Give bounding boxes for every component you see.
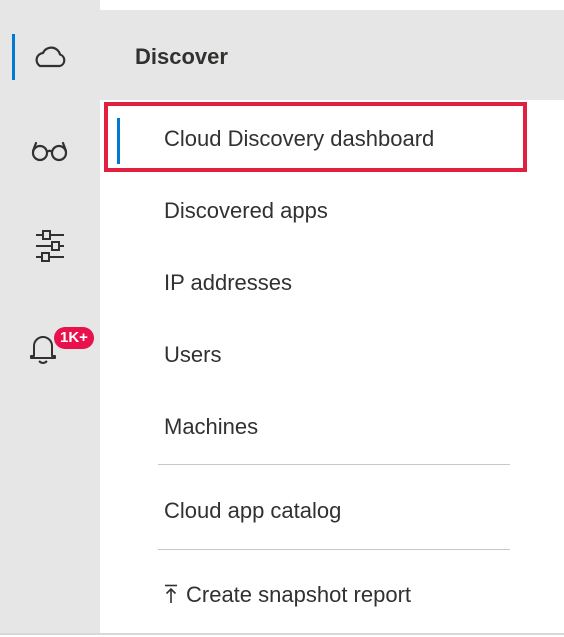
sliders-icon [30,226,70,266]
snapshot-label: Create snapshot report [186,582,412,607]
nav-rail: 1K+ [0,0,100,633]
flyout-header: Discover [100,10,564,100]
cloud-icon [31,45,69,69]
menu-item-cloud-app-catalog[interactable]: Cloud app catalog [164,498,341,524]
app-frame: 1K+ Discover Cloud Discovery dashboard D… [0,0,564,637]
alerts-count-badge: 1K+ [54,327,94,349]
menu-divider [158,464,510,465]
menu-item-cloud-discovery-dashboard[interactable]: Cloud Discovery dashboard [164,126,434,152]
flyout-title: Discover [135,44,228,69]
menu-item-create-snapshot-report[interactable]: Create snapshot report [164,582,411,610]
menu-item-ip-addresses[interactable]: IP addresses [164,270,292,296]
menu-item-discovered-apps[interactable]: Discovered apps [164,198,328,224]
rail-item-control[interactable] [0,221,100,271]
rail-item-discover[interactable] [0,34,100,80]
discover-menu: Cloud Discovery dashboard Discovered app… [100,100,564,633]
upload-arrow-icon [164,584,178,610]
menu-item-users[interactable]: Users [164,342,221,368]
bottom-border [0,633,564,635]
menu-item-machines[interactable]: Machines [164,414,258,440]
menu-divider [158,549,510,550]
rail-item-investigate[interactable] [0,128,100,174]
glasses-icon [30,138,70,164]
